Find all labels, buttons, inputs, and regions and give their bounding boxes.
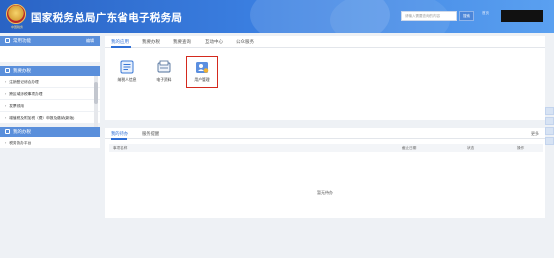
user-icon [5,129,10,134]
top-header: 中国税务 国家税务总局广东省电子税务局 请输入需要查询的内容 搜索 首页 [0,0,554,33]
common-functions-body [0,46,100,62]
link-icon[interactable] [545,117,554,125]
sidebar-list-2: › 税务协办平台 [0,137,100,149]
sidebar: 常用功能 编辑 我要办税 › 注销登记综合办理 › 跨区域涉税事项办理 › 发票领用 … [0,36,100,214]
tile-taxpayer-info[interactable]: 纳税人信息 [112,60,142,90]
active-tab-indicator [111,46,131,48]
tab-my-todo[interactable]: 我的待办 [111,131,128,137]
sidebar-item-assist[interactable]: › 税务协办平台 [0,137,100,149]
taxpayer-info-icon [120,60,134,74]
section-title-my: 我的办税 [13,129,31,134]
tab-interaction[interactable]: 互动中心 [205,39,223,45]
chat-icon[interactable] [545,107,554,115]
tax-emblem-icon [6,4,26,24]
site-title: 国家税务总局广东省电子税务局 [31,12,183,24]
search-input[interactable]: 请输入需要查询的内容 [401,11,457,21]
sidebar-item-vat[interactable]: › 增值税及附加税（费）申报及缴纳(新版) [0,112,100,124]
user-info-redacted[interactable] [501,10,543,22]
sidebar-item-invoice[interactable]: › 发票领用 [0,100,100,112]
page-footer-area [0,228,554,258]
sidebar-list: › 注销登记综合办理 › 跨区域涉税事项办理 › 发票领用 › 增值税及附加税（费）申报… [0,76,100,124]
sidebar-item-deregistration[interactable]: › 注销登记综合办理 [0,76,100,88]
sidebar-scrollbar[interactable] [94,76,98,128]
tab-public-service[interactable]: 公众服务 [236,39,254,45]
section-title-tax: 我要办税 [13,68,31,73]
tab-query[interactable]: 我要查询 [173,39,191,45]
tab-tax-handling[interactable]: 我要办税 [142,39,160,45]
tasks-panel: 我的待办 服务提醒 更多 事项名称 截止日期 状态 操作 暂无待办 [105,128,545,218]
sidebar-item-cross-region[interactable]: › 跨区域涉税事项办理 [0,88,100,100]
sidebar-item-label: 跨区域涉税事项办理 [9,92,43,96]
sidebar-item-label: 增值税及附加税（费）申报及缴纳(新版) [9,116,75,120]
apps-panel: 我的应用 我要办税 我要查询 互动中心 公众服务 纳税人信息 电子资料 用户管理 [105,36,545,120]
column-header-status: 状态 [467,146,475,150]
sidebar-item-label: 税务协办平台 [9,141,32,145]
common-functions-header[interactable]: 常用功能 编辑 [0,36,100,46]
document-icon[interactable] [545,127,554,135]
back-to-top-icon[interactable] [545,137,554,145]
scrollbar-thumb[interactable] [94,82,98,104]
highlight-box [186,56,218,88]
task-tabs: 我的待办 服务提醒 更多 [105,128,545,140]
search-button[interactable]: 搜索 [459,11,474,21]
tab-service-reminder[interactable]: 服务提醒 [142,131,159,137]
main-tabs: 我的应用 我要办税 我要查询 互动中心 公众服务 [105,36,545,48]
column-header-action: 操作 [517,146,525,150]
sidebar-item-label: 发票领用 [9,104,24,108]
edit-link[interactable]: 编辑 [86,36,94,46]
section-header-my[interactable]: 我的办税 [0,127,100,137]
sidebar-item-label: 注销登记综合办理 [9,80,39,84]
emblem-caption: 中国税务 [10,25,23,29]
tab-my-apps[interactable]: 我的应用 [111,39,129,45]
section-header-tax[interactable]: 我要办税 [0,66,100,76]
more-link[interactable]: 更多 [531,131,539,137]
tile-electronic-docs[interactable]: 电子资料 [149,60,179,90]
column-header-item: 事项名称 [113,146,128,150]
common-functions-label: 常用功能 [13,38,31,43]
tile-label: 纳税人信息 [117,78,137,82]
table-header: 事项名称 截止日期 状态 操作 [109,144,543,152]
electronic-docs-icon [157,60,171,73]
column-header-deadline: 截止日期 [402,146,417,150]
folder-icon [5,68,10,73]
home-link[interactable]: 首页 [482,11,496,19]
empty-state-text: 暂无待办 [317,190,333,195]
floating-toolbar [545,107,554,147]
star-icon [5,38,10,43]
tile-label: 电子资料 [156,78,172,82]
active-tab-indicator [111,138,127,140]
